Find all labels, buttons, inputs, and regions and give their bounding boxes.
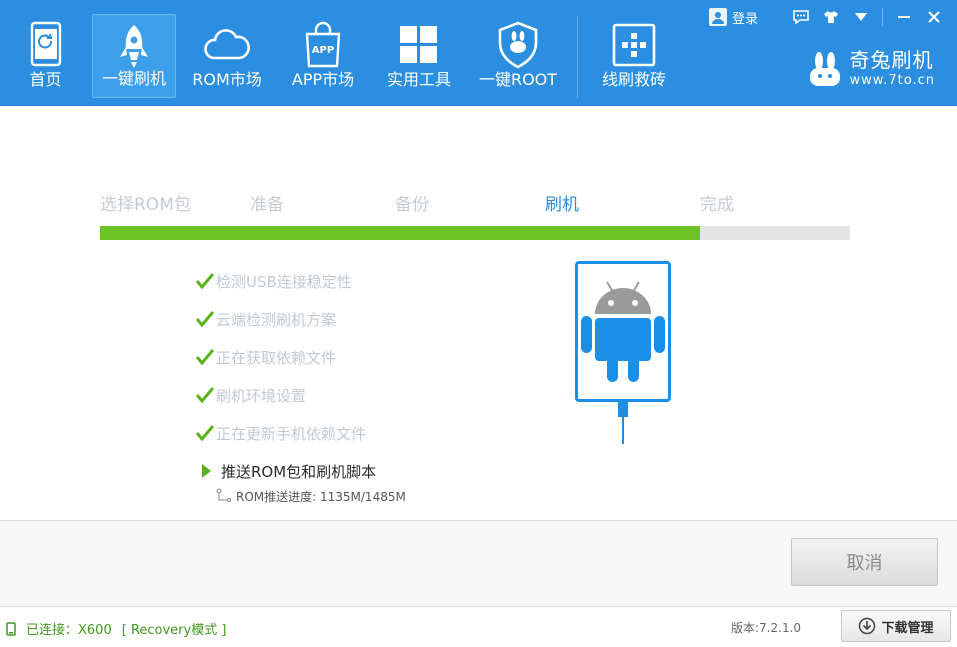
window-controls: 登录 — [708, 6, 949, 28]
brand-logo: 奇兔刷机 www.7to.cn — [808, 50, 935, 87]
status-bar: 已连接：X600 [ Recovery模式 ] 版本:7.2.1.0 — [0, 606, 957, 647]
flash-progress-bar — [100, 226, 850, 240]
flash-progress-fill — [100, 226, 700, 240]
skin-icon — [824, 11, 838, 23]
phone-illustration — [575, 261, 671, 402]
shield-bunny-icon — [498, 21, 538, 69]
connection-device: 已连接：X600 — [26, 623, 112, 638]
download-icon — [859, 617, 876, 635]
checkmark-icon — [196, 349, 214, 365]
checkmark-icon — [196, 387, 214, 403]
connection-mode: [ Recovery模式 ] — [121, 623, 227, 638]
connection-status: 已连接：X600 [ Recovery模式 ] — [6, 619, 226, 638]
step-select-rom: 选择ROM包 — [100, 195, 191, 215]
tree-branch-icon — [216, 488, 231, 502]
brand-url: www.7to.cn — [849, 73, 935, 88]
brand-name: 奇兔刷机 — [849, 48, 934, 72]
cancel-button[interactable]: 取消 — [791, 538, 938, 586]
download-manager-label: 下载管理 — [881, 620, 934, 636]
app-badge-text: APP — [312, 45, 334, 56]
nav-item-app-market[interactable]: APP APP市场 — [278, 14, 368, 98]
skin-button[interactable] — [816, 6, 846, 28]
list-item: 正在更新手机依赖文件 — [196, 414, 406, 452]
nav-divider — [577, 16, 578, 98]
app-bag-icon: APP — [305, 21, 341, 68]
main-nav: 首页 一键刷机 ROM市场 APP APP市场 实用工具 一键ROOT 线刷救砖 — [4, 14, 685, 100]
version-label: 版本:7.2.1.0 — [731, 621, 802, 635]
dropdown-icon — [855, 13, 867, 21]
nav-item-rom-market[interactable]: ROM市场 — [181, 14, 273, 98]
push-progress-text: ROM推送进度: 1135M/1485M — [236, 489, 406, 504]
checkmark-icon — [196, 425, 214, 441]
login-label: 登录 — [731, 11, 758, 27]
minimize-button[interactable] — [889, 6, 919, 28]
minimize-icon — [898, 16, 910, 18]
step-backup: 备份 — [395, 195, 429, 215]
checkmark-icon — [196, 311, 214, 327]
feedback-button[interactable] — [786, 6, 816, 28]
play-arrow-icon — [202, 464, 211, 478]
check-item-label: 检测USB连接稳定性 — [216, 272, 352, 291]
list-item: 检测USB连接稳定性 — [196, 262, 406, 300]
android-robot-icon — [581, 281, 665, 382]
close-icon — [928, 11, 940, 23]
rocket-icon — [120, 25, 148, 68]
nav-item-tools[interactable]: 实用工具 — [373, 14, 465, 98]
push-progress: ROM推送进度: 1135M/1485M — [216, 486, 406, 506]
list-item: 刷机环境设置 — [196, 376, 406, 414]
check-item-label: 云端检测刷机方案 — [216, 310, 337, 329]
window-control-divider — [882, 8, 883, 26]
bunny-logo-icon — [809, 51, 840, 86]
user-icon — [708, 8, 727, 26]
download-manager-button[interactable]: 下载管理 — [841, 610, 951, 642]
phone-connected-icon — [6, 621, 16, 636]
checkmark-icon — [196, 273, 214, 289]
flash-checklist: 检测USB连接稳定性 云端检测刷机方案 正在获取依赖文件 刷机环境设置 正在更新… — [196, 262, 406, 506]
menu-dropdown-button[interactable] — [846, 6, 876, 28]
check-item-label: 正在获取依赖文件 — [216, 348, 337, 367]
step-flash: 刷机 — [545, 195, 579, 215]
grid-icon — [400, 26, 437, 63]
plus-box-icon — [612, 23, 656, 67]
nav-item-home[interactable]: 首页 — [4, 14, 87, 98]
top-bar: 首页 一键刷机 ROM市场 APP APP市场 实用工具 一键ROOT 线刷救砖… — [0, 0, 957, 106]
check-item-label: 刷机环境设置 — [216, 386, 307, 405]
step-finish: 完成 — [700, 195, 734, 215]
home-phone-icon — [30, 21, 61, 67]
step-indicator: 选择ROM包 准备 备份 刷机 完成 — [100, 190, 850, 215]
list-item: 云端检测刷机方案 — [196, 300, 406, 338]
step-prepare: 准备 — [250, 195, 284, 215]
current-task: 推送ROM包和刷机脚本 — [196, 456, 406, 486]
usb-cable-icon — [618, 400, 628, 444]
current-task-label: 推送ROM包和刷机脚本 — [221, 462, 377, 481]
nav-item-one-click-flash[interactable]: 一键刷机 — [92, 14, 176, 98]
close-button[interactable] — [919, 6, 949, 28]
check-item-label: 正在更新手机依赖文件 — [216, 424, 367, 443]
nav-item-unbrick[interactable]: 线刷救砖 — [588, 14, 680, 98]
cloud-icon — [204, 29, 250, 60]
feedback-icon — [793, 10, 809, 24]
list-item: 正在获取依赖文件 — [196, 338, 406, 376]
login-link[interactable]: 登录 — [708, 8, 758, 27]
nav-item-root[interactable]: 一键ROOT — [470, 14, 566, 98]
